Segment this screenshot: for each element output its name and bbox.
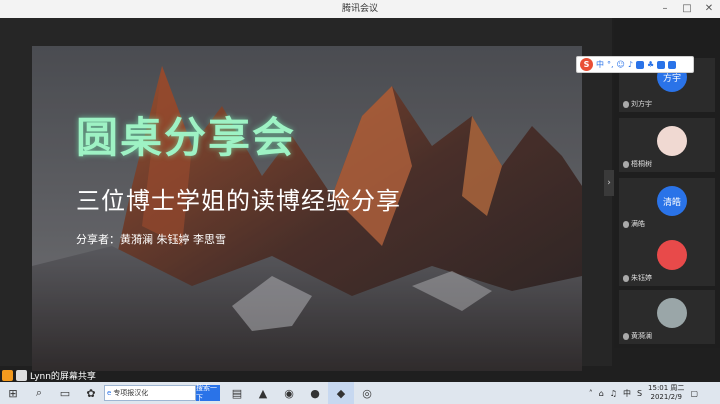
mic-icon	[623, 332, 629, 340]
ime-toolbar: S 中 °, ☺ ♪ ♣	[576, 56, 694, 73]
microphone-icon[interactable]: ♪	[628, 60, 633, 69]
collapse-panel-button[interactable]: ›	[604, 170, 614, 196]
avatar	[657, 298, 687, 328]
orange-app-icon[interactable]: ●	[302, 382, 328, 404]
task-view-icon[interactable]: ▭	[52, 382, 78, 404]
browser-icon: e	[107, 389, 112, 397]
slide-speakers: 分享者：黄漪澜 朱钰婷 李思雪	[76, 233, 226, 246]
participant-name: 满皓	[631, 220, 645, 228]
emoji-icon[interactable]: ☺	[617, 60, 625, 69]
sogou-icon[interactable]: S	[580, 58, 593, 71]
windows-taskbar: ⊞ ⌕ ▭ ✿ e 专项报汉化 搜索一下 ▤ ▲ ◉ ● ◆ ◎ ˄ ⌂ ♫ 中…	[0, 382, 720, 404]
tencent-meeting-icon[interactable]: ◆	[328, 382, 354, 404]
notification-icon[interactable]: ▢	[690, 389, 698, 398]
screen-share-indicator: Lynn的屏幕共享	[2, 368, 96, 382]
shared-screen-stage: 圆桌分享会 三位博士学姐的读博经验分享 分享者：黄漪澜 朱钰婷 李思雪	[0, 18, 612, 371]
mic-icon	[623, 160, 629, 168]
participant-name: 刘方宇	[631, 100, 652, 108]
slide-subtitle: 三位博士学姐的读博经验分享	[76, 187, 401, 215]
meeting-window: 腾讯会议 – □ ✕ 圆桌分享会 三位博士学姐的读博经验分享 分享者：黄漪澜 朱…	[0, 0, 720, 382]
clock[interactable]: 15:01 周二 2021/2/9	[648, 384, 684, 402]
participant-tile[interactable]: 梧桐树	[619, 118, 715, 172]
toolbox-icon[interactable]	[657, 60, 666, 69]
network-icon[interactable]: ⌂	[599, 389, 604, 398]
presentation-slide: 圆桌分享会 三位博士学姐的读博经验分享 分享者：黄漪澜 朱钰婷 李思雪	[32, 46, 582, 371]
chevron-up-icon[interactable]: ˄	[589, 389, 593, 398]
search-icon[interactable]: ⌕	[26, 382, 52, 404]
tray-lang[interactable]: 中	[623, 388, 631, 399]
ime-lang[interactable]: 中	[596, 59, 604, 70]
participant-name: 朱钰婷	[631, 274, 652, 282]
minimize-button[interactable]: –	[654, 0, 676, 18]
app-icon[interactable]: ✿	[78, 382, 104, 404]
close-button[interactable]: ✕	[698, 0, 720, 18]
avatar	[657, 126, 687, 156]
screen-icon	[16, 369, 27, 381]
maximize-button[interactable]: □	[676, 0, 698, 18]
start-button[interactable]: ⊞	[0, 382, 26, 404]
avatar: 清皓	[657, 186, 687, 216]
speaker-icon[interactable]: ♫	[610, 389, 617, 398]
chrome-icon[interactable]: ◉	[276, 382, 302, 404]
participant-name: 梧桐树	[631, 160, 652, 168]
window-title: 腾讯会议	[0, 0, 720, 18]
mic-icon	[623, 220, 629, 228]
participant-tile[interactable]: 黄漪澜	[619, 290, 715, 344]
sogou-tray-icon[interactable]: S	[637, 389, 642, 398]
teal-app-icon[interactable]: ◎	[354, 382, 380, 404]
file-manager-icon[interactable]: ▤	[224, 382, 250, 404]
browser-search-button[interactable]: 搜索一下	[196, 384, 220, 402]
participant-tile[interactable]: 清皓 满皓	[619, 178, 715, 232]
system-tray: ˄ ⌂ ♫ 中 S 15:01 周二 2021/2/9 ▢	[589, 382, 698, 404]
keyboard-icon[interactable]	[636, 60, 644, 69]
punctuation-icon[interactable]: °,	[607, 60, 614, 69]
menu-grid-icon[interactable]	[668, 60, 677, 69]
participant-tile[interactable]: 朱钰婷	[619, 232, 715, 286]
participant-name: 黄漪澜	[631, 332, 652, 340]
share-label: Lynn的屏幕共享	[30, 371, 96, 382]
mic-icon	[623, 274, 629, 282]
browser-search-input[interactable]: e 专项报汉化	[104, 385, 196, 401]
mic-icon	[623, 100, 629, 108]
avatar	[657, 240, 687, 270]
slide-title: 圆桌分享会	[76, 113, 297, 162]
share-user-icon	[2, 369, 13, 381]
skin-icon[interactable]: ♣	[647, 60, 654, 69]
cloud-app-icon[interactable]: ▲	[250, 382, 276, 404]
